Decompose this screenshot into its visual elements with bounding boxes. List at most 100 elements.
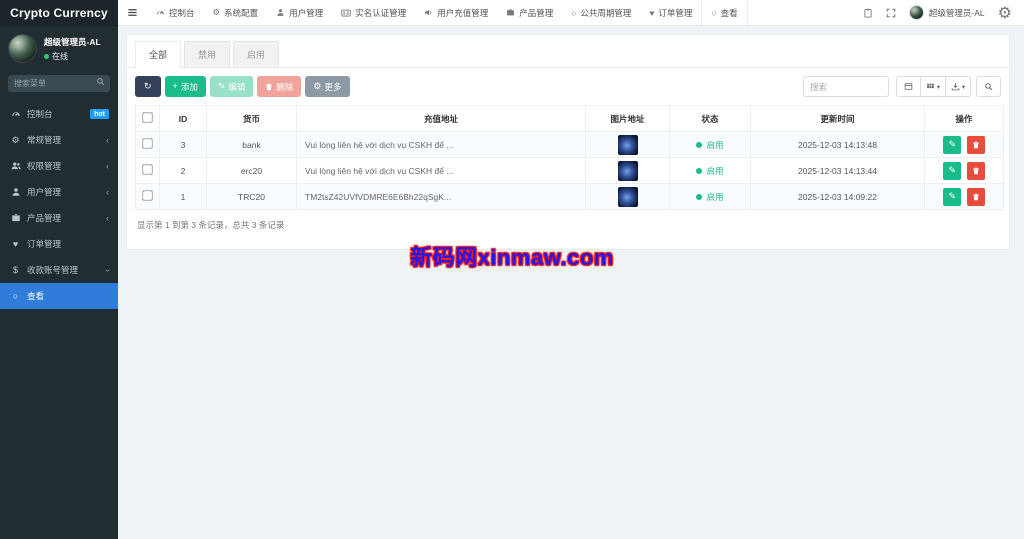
online-dot-icon [44,53,49,59]
navbar-user-name: 超级管理员-AL [928,7,985,18]
caret-down-icon: ▾ [936,83,941,91]
user-status-label: 在线 [52,51,68,61]
row-checkbox[interactable] [142,138,153,149]
cell-id: 3 [159,131,207,158]
sidebar-search-input[interactable] [8,75,110,92]
sidebar-item-dashboard[interactable]: 控制台 hot [0,101,118,127]
sidebar-item-view[interactable]: ○ 查看 [0,283,118,309]
content-area: 全部 禁用 启用 ↻ + 添加 ✎ 编辑 删除 ⚙ 更多 搜索 ▾ ▾ ID 货… [118,26,1024,539]
delete-button[interactable]: 删除 [257,76,302,97]
delete-row-button[interactable] [966,187,985,206]
user-panel: 超级管理员-AL 在线 [0,26,118,68]
gears-icon[interactable]: ⚙ [998,3,1012,23]
cell-address: TM2tsZ42UVfVDMRE6E6Bh22qSgK... [296,183,586,210]
sidebar-menu: 控制台 hot ⚙ 常规管理 ‹ 权限管理 ‹ 用户管理 ‹ 产品管理 ‹ ♥ … [0,101,118,309]
currency-image-thumbnail[interactable] [617,160,638,181]
app-window: Crypto Currency 超级管理员-AL 在线 控制 [0,0,1024,539]
main-area: 控制台 ⚙ 系统配置 用户管理 实名认证管理 用户充值管理 产品管理 ○ 公共周… [118,0,1024,539]
table-search-input[interactable] [803,76,889,97]
topnav-tab-label: 查看 [720,7,738,18]
column-header-operations: 操作 [924,105,1004,132]
edit-row-button[interactable]: ✎ [943,187,962,206]
topnav-tab-label: 产品管理 [519,7,554,18]
pagination-summary: 显示第 1 到第 3 条记录，总共 3 条记录 [137,220,285,230]
circle-icon: ○ [12,291,19,301]
add-button[interactable]: + 添加 [164,76,206,97]
sidebar-item-general[interactable]: ⚙ 常规管理 ‹ [0,127,118,153]
clipboard-icon[interactable] [863,8,873,18]
row-checkbox[interactable] [142,190,153,201]
circle-icon: ○ [711,7,717,18]
cell-updated: 2025-12-03 14:13:48 [750,131,925,158]
topnav-tab-user-mgmt[interactable]: 用户管理 [267,0,332,25]
trash-icon [972,167,980,175]
row-checkbox[interactable] [142,164,153,175]
sidebar-item-product[interactable]: 产品管理 ‹ [0,205,118,231]
edit-button[interactable]: ✎ 编辑 [209,76,254,97]
sidebar-item-user[interactable]: 用户管理 ‹ [0,179,118,205]
toggle-view-button[interactable] [896,76,921,97]
gauge-icon [156,8,165,17]
user-info: 超级管理员-AL 在线 [44,36,101,62]
heart-icon: ♥ [12,239,19,249]
topnav-tab-realname-auth[interactable]: 实名认证管理 [332,0,415,25]
status-badge: 启用 [696,139,724,151]
cell-address: Vui lòng liên hệ với dịch vụ CSKH để ... [296,131,586,158]
topnav-tab-public-cycle[interactable]: ○ 公共周期管理 [562,0,640,25]
currency-image-thumbnail[interactable] [617,186,638,207]
add-button-label: 添加 [180,81,198,92]
status-label: 启用 [706,139,724,150]
circle-icon: ○ [571,7,577,18]
volume-icon [424,8,433,17]
navbar-user-menu[interactable]: 超级管理员-AL [908,5,985,20]
pencil-icon: ✎ [948,165,957,175]
status-dot-icon [696,193,703,200]
chevron-left-icon: ‹ [106,134,109,145]
table-row: 2 erc20 Vui lòng liên hệ với dịch vụ CSK… [135,157,1004,184]
sidebar-item-label: 订单管理 [27,239,62,249]
topnav-tab-view[interactable]: ○ 查看 [701,0,748,25]
sidebar-item-label: 权限管理 [27,161,62,171]
money-icon: $ [12,265,18,275]
topnav-tab-label: 实名认证管理 [355,7,407,18]
table-row: 1 TRC20 TM2tsZ42UVfVDMRE6E6Bh22qSgK... 启… [135,183,1004,210]
delete-row-button[interactable] [966,161,985,180]
cell-updated: 2025-12-03 14:13:44 [750,157,925,184]
export-button[interactable]: ▾ [946,76,971,97]
hamburger-menu-icon[interactable] [118,7,147,18]
delete-row-button[interactable] [966,135,985,154]
status-dot-icon [696,141,703,148]
user-icon [276,8,285,17]
fullscreen-icon[interactable] [886,8,896,18]
sidebar-item-auth[interactable]: 权限管理 ‹ [0,153,118,179]
trash-icon [972,193,980,201]
gear-icon: ⚙ [212,7,221,17]
edit-row-button[interactable]: ✎ [943,135,962,154]
topnav-tab-dashboard[interactable]: 控制台 [147,0,204,25]
topnav-tab-order-mgmt[interactable]: ♥ 订单管理 [640,0,701,25]
edit-row-button[interactable]: ✎ [943,161,962,180]
columns-button[interactable]: ▾ [921,76,946,97]
cell-id: 2 [159,157,207,184]
caret-down-icon: ▾ [961,83,966,91]
gears-icon: ⚙ [11,134,20,145]
tab-disabled[interactable]: 禁用 [184,41,231,67]
trash-icon [265,83,273,91]
select-all-checkbox[interactable] [142,112,153,123]
sidebar-item-payment-account[interactable]: $ 收款账号管理 ‹ [0,257,118,283]
refresh-button[interactable]: ↻ [135,76,161,97]
more-button[interactable]: ⚙ 更多 [305,76,350,97]
gear-icon: ⚙ [313,81,322,91]
sidebar-item-label: 控制台 [27,109,53,119]
currency-image-thumbnail[interactable] [617,134,638,155]
tab-all[interactable]: 全部 [135,41,182,68]
sidebar-item-order[interactable]: ♥ 订单管理 [0,231,118,257]
cell-id: 1 [159,183,207,210]
topnav-tab-product-mgmt[interactable]: 产品管理 [497,0,562,25]
plus-icon: + [172,81,178,91]
topnav-tab-system-config[interactable]: ⚙ 系统配置 [204,0,268,25]
topnav-tab-recharge-mgmt[interactable]: 用户充值管理 [415,0,497,25]
search-submit-button[interactable] [976,76,1001,97]
tab-enabled[interactable]: 启用 [233,41,280,67]
search-icon [984,82,993,91]
